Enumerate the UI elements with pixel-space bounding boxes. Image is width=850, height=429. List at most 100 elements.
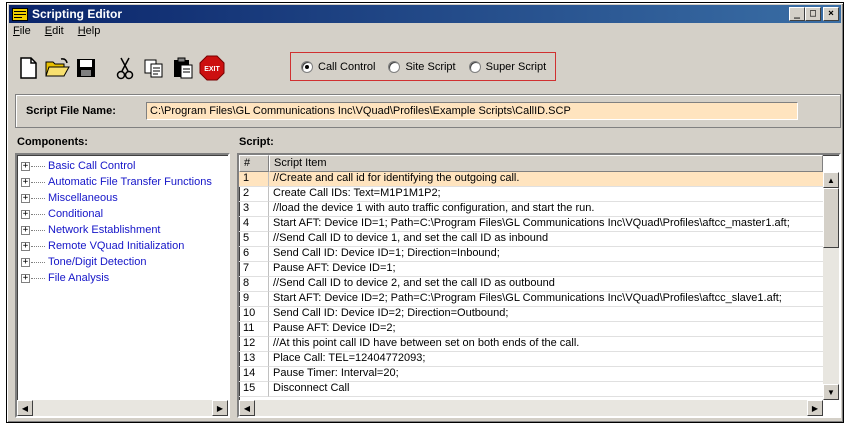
table-row[interactable]: 1//Create and call id for identifying th…: [239, 172, 823, 187]
column-header-script-item[interactable]: Script Item: [269, 155, 823, 172]
script-horizontal-scrollbar[interactable]: ◀ ▶: [239, 400, 823, 416]
radio-super-script[interactable]: Super Script: [468, 60, 547, 73]
table-row[interactable]: 7 Pause AFT: Device ID=1;: [239, 262, 823, 277]
script-item-text: //Create and call id for identifying the…: [269, 172, 823, 187]
cut-icon: [116, 57, 134, 80]
table-row[interactable]: 3//load the device 1 with auto traffic c…: [239, 202, 823, 217]
table-row[interactable]: 15 Disconnect Call: [239, 382, 823, 397]
script-item-text: Start AFT: Device ID=1; Path=C:\Program …: [269, 217, 823, 232]
table-row[interactable]: 13 Place Call: TEL=12404772093;: [239, 352, 823, 367]
components-horizontal-scrollbar[interactable]: ◀ ▶: [17, 400, 228, 416]
scroll-up-button[interactable]: ▲: [823, 172, 839, 188]
tree-item[interactable]: + Basic Call Control: [21, 158, 212, 174]
expand-icon[interactable]: +: [21, 161, 30, 171]
script-vertical-scrollbar[interactable]: ▲ ▼: [823, 172, 839, 400]
tree-connector: [31, 213, 45, 215]
app-icon: [12, 7, 28, 21]
components-label: Components:: [17, 136, 88, 148]
scroll-right-button[interactable]: ▶: [212, 400, 228, 416]
table-row[interactable]: 9 Start AFT: Device ID=2; Path=C:\Program…: [239, 292, 823, 307]
scroll-track[interactable]: [255, 400, 807, 416]
table-row[interactable]: 8//Send Call ID to device 2, and set the…: [239, 277, 823, 292]
menu-edit[interactable]: Edit: [43, 25, 66, 41]
row-number: 15: [239, 382, 269, 397]
script-item-text: Pause AFT: Device ID=1;: [269, 262, 823, 277]
table-row[interactable]: 5//Send Call ID to device 1, and set the…: [239, 232, 823, 247]
scroll-left-button[interactable]: ◀: [17, 400, 33, 416]
new-button[interactable]: [15, 55, 41, 81]
expand-icon[interactable]: +: [21, 209, 30, 219]
tree-item[interactable]: + Network Establishment: [21, 222, 212, 238]
radio-button[interactable]: [468, 60, 481, 73]
tree-item-label: File Analysis: [48, 272, 110, 284]
tree-connector: [31, 197, 45, 199]
radio-label: Super Script: [485, 60, 547, 73]
table-row[interactable]: 10 Send Call ID: Device ID=2; Direction=O…: [239, 307, 823, 322]
script-item-text: Create Call IDs: Text=M1P1M1P2;: [269, 187, 823, 202]
exit-button[interactable]: EXIT: [199, 55, 225, 81]
save-icon: [77, 59, 95, 77]
copy-button[interactable]: [141, 55, 167, 81]
expand-icon[interactable]: +: [21, 273, 30, 283]
minimize-button[interactable]: _: [789, 7, 805, 21]
row-number: 9: [239, 292, 269, 307]
cut-button[interactable]: [112, 55, 138, 81]
table-row[interactable]: 6 Send Call ID: Device ID=1; Direction=In…: [239, 247, 823, 262]
scroll-left-button[interactable]: ◀: [239, 400, 255, 416]
script-item-text: //Send Call ID to device 1, and set the …: [269, 232, 823, 247]
scroll-track[interactable]: [33, 400, 212, 416]
tree-connector: [31, 165, 45, 167]
new-icon: [20, 57, 37, 79]
row-number: 10: [239, 307, 269, 322]
menu-bar: File Edit Help: [11, 25, 102, 41]
paste-button[interactable]: [170, 55, 196, 81]
tree-item-label: Basic Call Control: [48, 160, 136, 172]
script-item-text: Send Call ID: Device ID=1; Direction=Inb…: [269, 247, 823, 262]
title-bar[interactable]: Scripting Editor _ □ ×: [9, 5, 841, 23]
tree-item[interactable]: + Miscellaneous: [21, 190, 212, 206]
open-button[interactable]: [44, 55, 70, 81]
close-button[interactable]: ×: [823, 7, 839, 21]
expand-icon[interactable]: +: [21, 225, 30, 235]
radio-site-script[interactable]: Site Script: [388, 60, 456, 73]
paste-icon: [174, 57, 193, 79]
tree-connector: [31, 181, 45, 183]
table-row[interactable]: 11 Pause AFT: Device ID=2;: [239, 322, 823, 337]
tree-item[interactable]: + Automatic File Transfer Functions: [21, 174, 212, 190]
title-controls: _ □ ×: [789, 7, 839, 21]
radio-call-control[interactable]: Call Control: [301, 60, 375, 73]
expand-icon[interactable]: +: [21, 241, 30, 251]
scroll-right-button[interactable]: ▶: [807, 400, 823, 416]
expand-icon[interactable]: +: [21, 193, 30, 203]
table-row[interactable]: 14 Pause Timer: Interval=20;: [239, 367, 823, 382]
tree-item[interactable]: + Tone/Digit Detection: [21, 254, 212, 270]
script-item-text: //Send Call ID to device 2, and set the …: [269, 277, 823, 292]
script-item-text: Start AFT: Device ID=2; Path=C:\Program …: [269, 292, 823, 307]
tree-item[interactable]: + Remote VQuad Initialization: [21, 238, 212, 254]
script-grid[interactable]: # Script Item 1//Create and call id for …: [237, 153, 841, 418]
expand-icon[interactable]: +: [21, 177, 30, 187]
script-file-groupbox: Script File Name: C:\Program Files\GL Co…: [15, 94, 841, 128]
script-item-text: Place Call: TEL=12404772093;: [269, 352, 823, 367]
column-header-number[interactable]: #: [239, 155, 269, 172]
table-row[interactable]: 4 Start AFT: Device ID=1; Path=C:\Program…: [239, 217, 823, 232]
menu-help[interactable]: Help: [76, 25, 103, 41]
scripting-editor-window: Scripting Editor _ □ × File Edit Help EX…: [6, 2, 844, 423]
tree-connector: [31, 245, 45, 247]
save-button[interactable]: [73, 55, 99, 81]
table-row[interactable]: 12//At this point call ID have between s…: [239, 337, 823, 352]
tree-item-label: Network Establishment: [48, 224, 161, 236]
maximize-button[interactable]: □: [805, 7, 821, 21]
tree-item[interactable]: + Conditional: [21, 206, 212, 222]
components-tree[interactable]: + Basic Call Control + Automatic File Trans…: [15, 153, 230, 418]
script-file-name-field[interactable]: C:\Program Files\GL Communications Inc\V…: [146, 102, 798, 120]
menu-file[interactable]: File: [11, 25, 33, 41]
expand-icon[interactable]: +: [21, 257, 30, 267]
scroll-down-button[interactable]: ▼: [823, 384, 839, 400]
radio-button[interactable]: [301, 60, 313, 73]
scroll-thumb[interactable]: [823, 188, 839, 248]
tree-item[interactable]: + File Analysis: [21, 270, 212, 286]
exit-icon: EXIT: [199, 55, 225, 81]
table-row[interactable]: 2 Create Call IDs: Text=M1P1M1P2;: [239, 187, 823, 202]
radio-button[interactable]: [388, 60, 401, 73]
